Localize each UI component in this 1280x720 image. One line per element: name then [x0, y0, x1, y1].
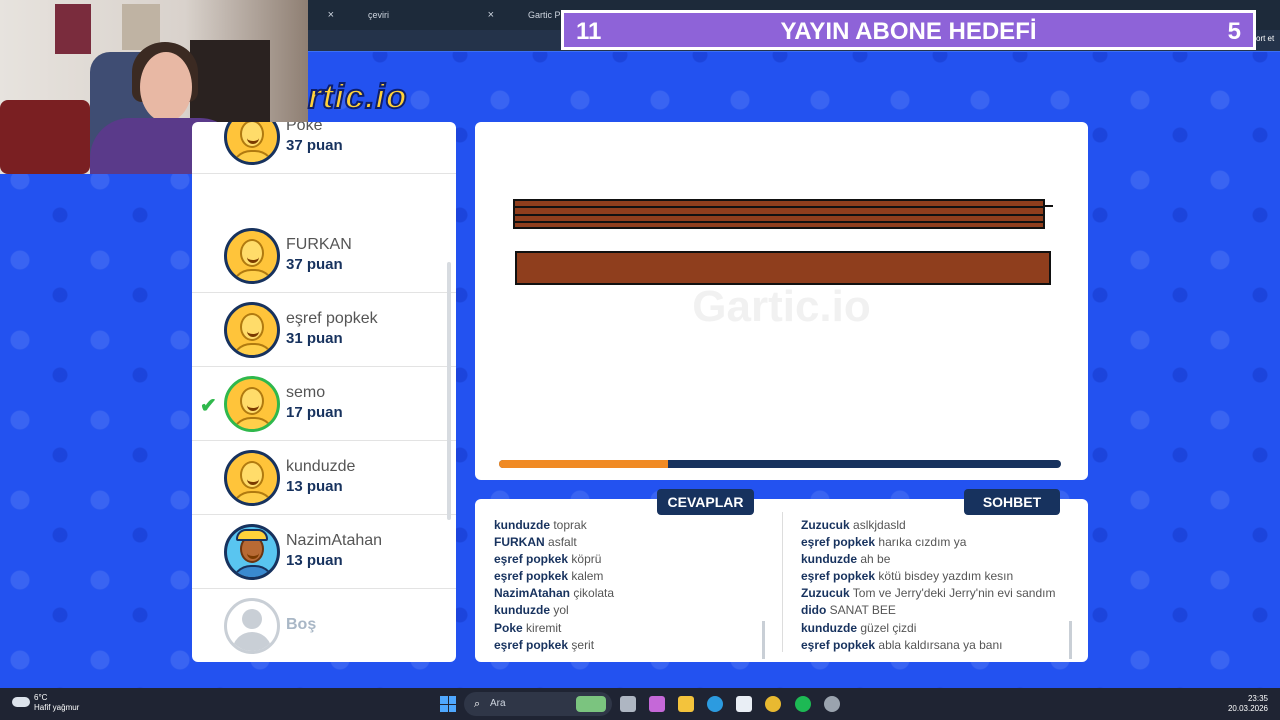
player-score: 13 puan	[286, 552, 343, 569]
answers-scrollbar[interactable]	[762, 621, 765, 659]
player-score: 37 puan	[286, 256, 343, 273]
chat-item: Zuzucuk aslkjdasld	[801, 518, 906, 532]
streamer-face	[140, 52, 192, 122]
chat-item: Zuzucuk Tom ve Jerry'deki Jerry'nin evi …	[801, 586, 1056, 601]
player-row[interactable]: Poke 37 puan	[192, 122, 456, 174]
player-name: NazimAtahan	[286, 532, 383, 549]
answer-item: FURKAN asfalt	[494, 535, 577, 550]
goal-title: YAYIN ABONE HEDEFİ	[780, 18, 1037, 45]
drawn-stroke	[1043, 205, 1053, 207]
answers-list: kunduzde toprak FURKAN asfalt eşref popk…	[494, 507, 764, 654]
store-icon[interactable]	[736, 696, 752, 712]
chat-list: Zuzucuk aslkjdasld eşref popkek harıka c…	[801, 507, 1069, 654]
partial-message	[801, 507, 1069, 517]
player-score: 37 puan	[286, 137, 343, 154]
temperature: 6°C	[34, 693, 48, 702]
player-avatar	[224, 228, 280, 284]
timer-fill	[499, 460, 668, 468]
answer-item: kunduzde toprak	[494, 518, 587, 532]
player-avatar	[224, 450, 280, 506]
player-score: 31 puan	[286, 330, 343, 347]
system-clock[interactable]: 23:35 20.03.2026	[1228, 694, 1268, 714]
chat-item: eşref popkek abla kaldırsana ya banı	[801, 637, 1003, 652]
player-list-scrollbar[interactable]	[447, 262, 451, 520]
round-timer-bar	[499, 460, 1061, 468]
player-name: eşref popkek	[286, 310, 378, 327]
answer-item: eşref popkek köprü	[494, 552, 602, 567]
gartic-logo: rtic.io	[307, 77, 408, 117]
player-score: 13 puan	[286, 478, 343, 495]
chat-item: eşref popkek harıka cızdım ya	[801, 535, 967, 550]
player-row[interactable]: NazimAtahan 13 puan	[192, 515, 456, 589]
canvas-watermark: Gartic.io	[692, 282, 871, 331]
copilot-icon[interactable]	[649, 696, 665, 712]
browser-tab[interactable]: ×	[310, 4, 340, 26]
file-explorer-icon[interactable]	[678, 696, 694, 712]
player-name: Poke	[286, 122, 323, 134]
clock-time: 23:35	[1247, 694, 1268, 703]
answer-item: kunduzde yol	[494, 603, 569, 618]
player-row[interactable]: kunduzde 13 puan	[192, 441, 456, 515]
app-icon[interactable]	[824, 696, 840, 712]
player-avatar	[224, 302, 280, 358]
panel-divider	[782, 512, 783, 652]
partial-message	[494, 507, 764, 517]
chat-item: dido SANAT BEE	[801, 603, 896, 618]
windows-start-icon[interactable]	[440, 696, 456, 712]
drawn-plank-top	[513, 199, 1045, 229]
player-avatar	[224, 122, 280, 165]
answer-item: eşref popkek şerit	[494, 637, 595, 652]
tab-close-icon[interactable]: ×	[328, 4, 334, 26]
player-name: FURKAN	[286, 236, 352, 253]
player-avatar	[224, 524, 280, 580]
sofa	[0, 100, 90, 174]
player-row[interactable]: FURKAN 37 puan	[192, 219, 456, 293]
chat-item: kunduzde ah be	[801, 552, 891, 567]
drawn-plank-bottom	[515, 251, 1051, 285]
weather-text: Hafif yağmur	[34, 703, 80, 712]
answer-item: NazimAtahan çikolata	[494, 586, 615, 601]
answer-item: Poke kiremit	[494, 620, 562, 635]
wall-poster	[55, 4, 91, 54]
spotify-icon[interactable]	[795, 696, 811, 712]
windows-taskbar: 6°C Hafif yağmur ⌕ Ara 23:35 20.03.2026	[0, 688, 1280, 720]
chrome-icon[interactable]	[765, 696, 781, 712]
search-placeholder: Ara	[490, 698, 506, 709]
chat-scrollbar[interactable]	[1069, 621, 1072, 659]
drawing-canvas[interactable]: Gartic.io	[475, 122, 1088, 480]
empty-avatar-icon	[224, 598, 280, 654]
chat-item: kunduzde güzel çizdi	[801, 620, 917, 635]
task-view-icon[interactable]	[620, 696, 636, 712]
player-score: 17 puan	[286, 404, 343, 421]
empty-slot[interactable]: Boş	[192, 589, 456, 662]
cloud-rain-icon	[12, 697, 30, 707]
taskbar-search[interactable]: ⌕ Ara	[464, 692, 612, 716]
search-icon: ⌕	[474, 698, 481, 710]
chat-item: eşref popkek kötü bisdey yazdım kesın	[801, 569, 1014, 584]
clock-date: 20.03.2026	[1227, 704, 1268, 713]
empty-slot-label: Boş	[286, 616, 317, 633]
browser-tab-ceviri[interactable]: çeviri ×	[350, 4, 500, 26]
answer-item: eşref popkek kalem	[494, 569, 604, 584]
player-row[interactable]: eşref popkek 31 puan	[192, 293, 456, 367]
player-name: semo	[286, 384, 326, 401]
checkmark-icon: ✔	[200, 395, 217, 417]
player-row[interactable]: ✔ semo 17 puan	[192, 367, 456, 441]
browser-side-text: ort et	[1256, 34, 1275, 43]
player-avatar	[224, 376, 280, 432]
goal-target: 5	[1227, 18, 1241, 45]
subscriber-goal-banner: 11 YAYIN ABONE HEDEFİ 5	[561, 10, 1256, 50]
tab-close-icon[interactable]: ×	[488, 4, 494, 26]
edge-icon[interactable]	[707, 696, 723, 712]
player-list: Poke 37 puan FURKAN 37 puan eşref popkek…	[192, 122, 456, 662]
search-highlight-icon	[576, 696, 606, 712]
player-name: kunduzde	[286, 458, 356, 475]
